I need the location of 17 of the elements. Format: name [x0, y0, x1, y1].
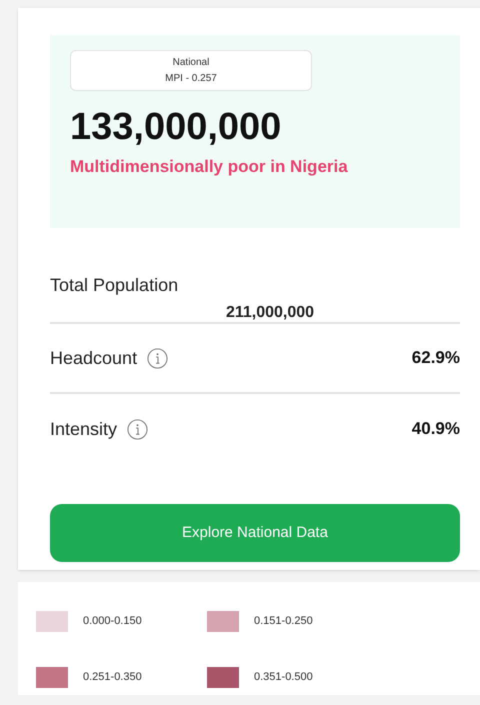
- poor-label: Multidimensionally poor in Nigeria: [70, 156, 349, 178]
- stat-label: Intensity: [50, 418, 118, 441]
- stat-label: Total Population: [50, 274, 178, 297]
- stat-value: 40.9%: [412, 418, 460, 440]
- info-icon[interactable]: [127, 418, 148, 440]
- stat-value: 62.9%: [412, 347, 460, 370]
- legend-label: 0.151-0.250: [254, 614, 313, 630]
- tag-title: National: [172, 56, 210, 70]
- stat-value: 211,000,000: [224, 304, 316, 322]
- legend-label: 0.351-0.500: [254, 670, 313, 686]
- legend-label: 0.251-0.350: [83, 670, 142, 686]
- poor-count: 133,000,000: [70, 105, 282, 149]
- info-icon[interactable]: [147, 348, 168, 368]
- legend-label: 0.000-0.150: [83, 614, 142, 630]
- mpi-value: MPI - 0.257: [165, 72, 217, 86]
- explore-button[interactable]: Explore National Data: [50, 504, 460, 562]
- stat-label: Headcount: [50, 346, 138, 370]
